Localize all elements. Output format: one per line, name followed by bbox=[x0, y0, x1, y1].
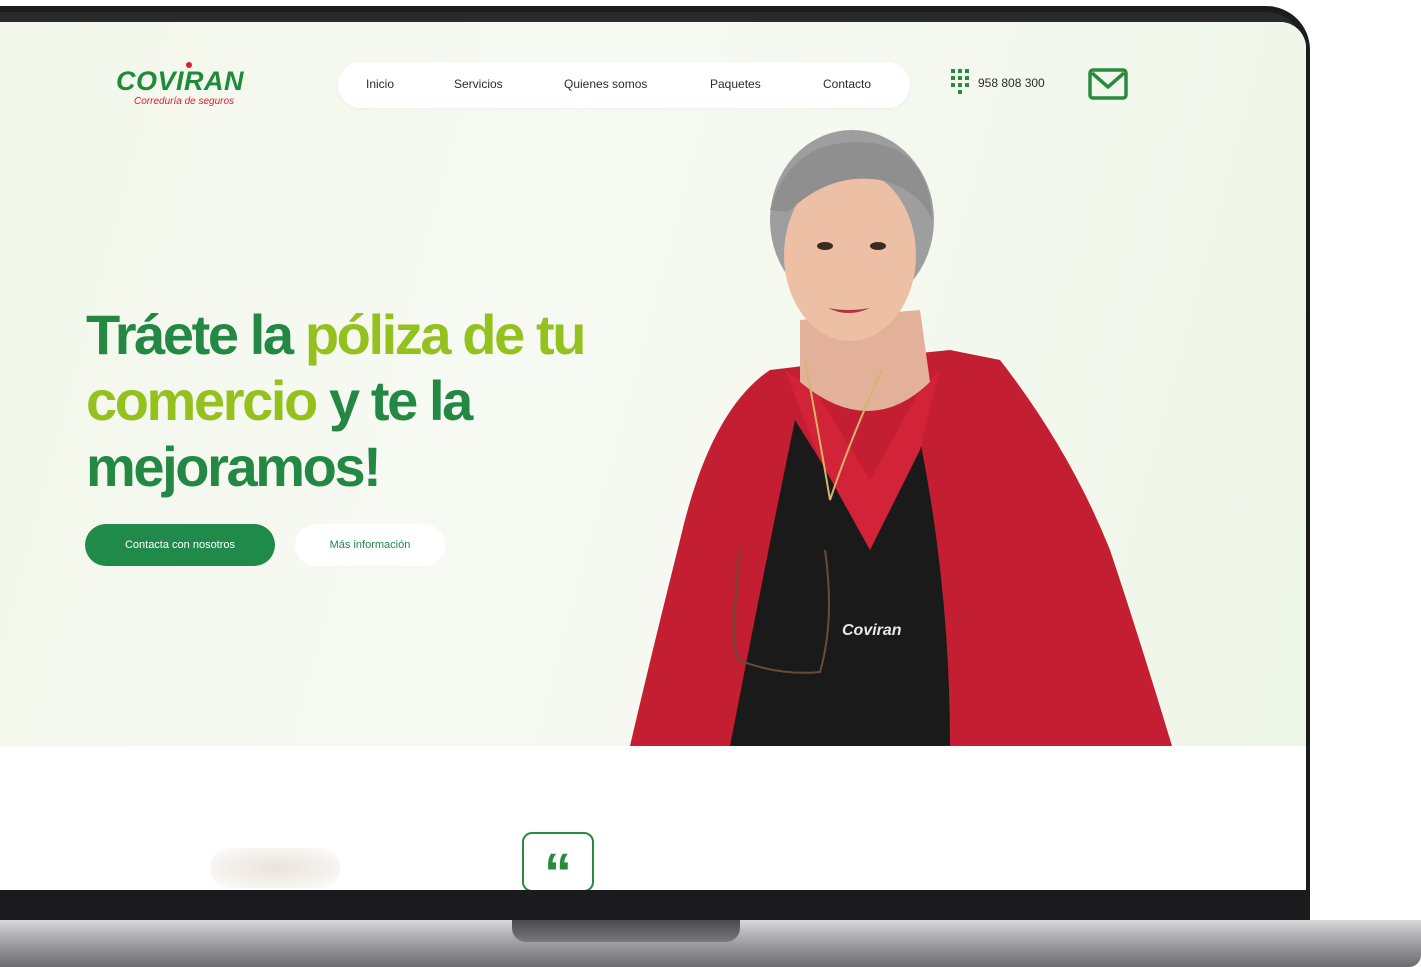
nav-item-contacto[interactable]: Contacto bbox=[823, 77, 871, 91]
nav-item-servicios[interactable]: Servicios bbox=[454, 77, 503, 91]
nav-item-quienes-somos[interactable]: Quienes somos bbox=[564, 77, 647, 91]
hero-headline: Tráete la póliza de tu comercio y te la … bbox=[86, 302, 606, 500]
logo-dot bbox=[186, 62, 192, 68]
mail-icon bbox=[1088, 68, 1128, 100]
mail-button[interactable] bbox=[1088, 68, 1128, 100]
phone-link[interactable]: 958 808 300 bbox=[950, 68, 1045, 98]
testimonial-avatar-blur bbox=[210, 848, 340, 888]
more-info-button[interactable]: Más información bbox=[295, 524, 445, 566]
hero-section: COVIRAN Correduría de seguros Inicio Ser… bbox=[0, 22, 1306, 746]
keypad-icon bbox=[951, 69, 969, 94]
headline-part-1: Tráete la bbox=[86, 303, 305, 366]
nav-item-inicio[interactable]: Inicio bbox=[366, 77, 394, 91]
laptop-chin bbox=[0, 890, 1310, 920]
shirt-logo-text: Coviran bbox=[842, 622, 902, 639]
quote-icon: “ bbox=[522, 832, 594, 904]
logo-tagline: Correduría de seguros bbox=[134, 96, 235, 107]
main-nav: Inicio Servicios Quienes somos Paquetes … bbox=[338, 62, 910, 108]
brand-logo[interactable]: COVIRAN Correduría de seguros bbox=[116, 62, 276, 110]
hero-person-photo: Coviran bbox=[630, 130, 1172, 746]
contact-us-button[interactable]: Contacta con nosotros bbox=[85, 524, 275, 566]
phone-number: 958 808 300 bbox=[978, 76, 1045, 90]
laptop-hinge-notch bbox=[512, 920, 740, 942]
lower-section bbox=[0, 746, 1306, 890]
logo-wordmark: COVIRAN bbox=[116, 66, 245, 96]
laptop-screen: COVIRAN Correduría de seguros Inicio Ser… bbox=[0, 22, 1306, 890]
nav-item-paquetes[interactable]: Paquetes bbox=[710, 77, 761, 91]
